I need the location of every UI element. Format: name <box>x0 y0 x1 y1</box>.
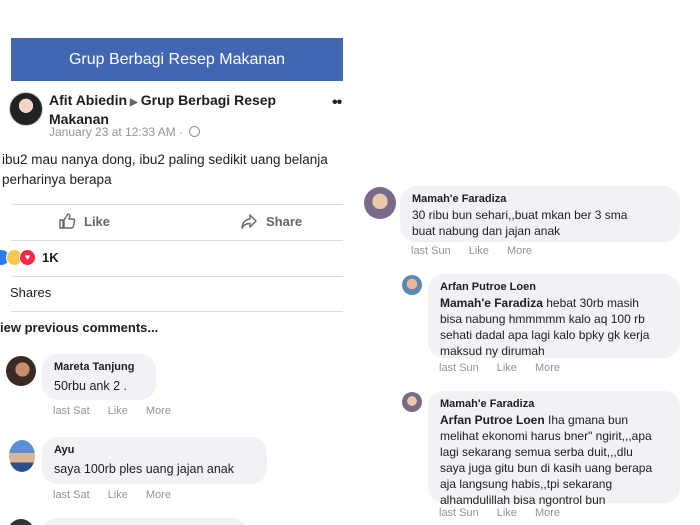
comment-text-line: bisa nabung hmmmmm kalo aq 100 rb <box>440 312 645 326</box>
commenter-avatar[interactable] <box>8 519 34 525</box>
love-reaction-icon: ♥ <box>19 249 36 266</box>
comment-bubble: Arfan Putroe Loen Mamah'e Faradiza hebat… <box>428 274 680 358</box>
comment-bubble: Mamah'e Faradiza Arfan Putroe Loen Iha g… <box>428 391 680 507</box>
post-timestamp[interactable]: January 23 at 12:33 AM <box>49 125 176 139</box>
comment-meta: last Sat Like More <box>53 489 171 501</box>
divider <box>11 204 343 205</box>
comment-time[interactable]: last Sun <box>439 362 479 374</box>
thumbs-up-icon <box>59 213 76 229</box>
divider <box>11 276 343 277</box>
commenter-name[interactable]: Ayu <box>54 443 255 458</box>
post-author-name[interactable]: Afit Abiedin <box>49 92 127 108</box>
left-screenshot-panel: Grup Berbagi Resep Makanan Afit Abiedin ▶… <box>0 0 350 525</box>
comment-more-link[interactable]: More <box>535 362 560 374</box>
commenter-name[interactable]: Mamah'e Faradiza <box>412 192 668 207</box>
comment-meta: last Sun Like More <box>411 245 532 257</box>
comment-text-line: sehati dadal apa lagi kalo bpky gk kerja <box>440 328 650 342</box>
comment-text-line: aja langsung habis,,tpi sekarang <box>440 477 613 491</box>
comment-text-line: lagi sekarang semua serba duit,,,dlu <box>440 445 633 459</box>
commenter-avatar[interactable] <box>402 392 422 412</box>
comment-text-line: melihat ekonomi harus bner" ngirit,,,apa <box>440 429 652 443</box>
comment-like-link[interactable]: Like <box>108 489 128 501</box>
group-header-bar[interactable]: Grup Berbagi Resep Makanan <box>11 38 343 81</box>
comment-like-link[interactable]: Like <box>497 507 517 519</box>
comment-like-link[interactable]: Like <box>497 362 517 374</box>
comment-meta: last Sun Like More <box>439 362 560 374</box>
comment-time[interactable]: last Sun <box>411 245 451 257</box>
comment-like-link[interactable]: Like <box>108 405 128 417</box>
comment-more-link[interactable]: More <box>146 489 171 501</box>
comment-like-link[interactable]: Like <box>469 245 489 257</box>
comment-text-line: buat nabung dan jajan anak <box>412 224 561 238</box>
share-label: Share <box>266 213 303 229</box>
comment-bubble: Mamah'e Faradiza 30 ribu bun sehari,,bua… <box>400 186 680 242</box>
divider <box>11 240 343 241</box>
share-button[interactable]: Share <box>240 212 302 230</box>
comment-bubble <box>42 518 247 525</box>
commenter-name[interactable]: Mamah'e Faradiza <box>440 397 668 412</box>
globe-icon <box>189 126 201 137</box>
share-arrow-icon <box>241 214 257 229</box>
comment-text-line: 30 ribu bun sehari,,buat mkan ber 3 sma <box>412 208 628 222</box>
mention-link[interactable]: Mamah'e Faradiza <box>440 296 543 310</box>
comment-meta: last Sun Like More <box>439 507 560 519</box>
post-meta: January 23 at 12:33 AM · <box>49 125 201 139</box>
comment-text-line: hebat 30rb masih <box>542 296 639 310</box>
post-group-name[interactable]: Grup Berbagi Resep <box>141 92 276 108</box>
commenter-avatar[interactable] <box>9 440 35 472</box>
mention-link[interactable]: Arfan Putroe Loen <box>440 413 545 427</box>
post-options-icon[interactable]: •• <box>332 94 342 112</box>
comment-bubble: Mareta Tanjung 50rbu ank 2 . <box>42 354 156 400</box>
post-text-line: perharinya berapa <box>2 172 112 187</box>
comment-text: saya 100rb ples uang jajan anak <box>54 462 234 476</box>
reaction-summary[interactable]: ♥ 1K <box>0 249 59 266</box>
post-header: Afit Abiedin ▶ Grup Berbagi Resep Makanan <box>49 92 329 128</box>
comment-text: 50rbu ank 2 . <box>54 379 127 393</box>
commenter-avatar[interactable] <box>6 356 36 386</box>
commenter-name[interactable]: Mareta Tanjung <box>54 360 144 375</box>
view-previous-comments-link[interactable]: iew previous comments... <box>0 320 158 335</box>
caret-right-icon: ▶ <box>130 97 138 108</box>
comment-time[interactable]: last Sun <box>439 507 479 519</box>
post-author-avatar[interactable] <box>9 92 43 126</box>
post-body: ibu2 mau nanya dong, ibu2 paling sedikit… <box>2 150 347 190</box>
comment-more-link[interactable]: More <box>507 245 532 257</box>
comment-more-link[interactable]: More <box>146 405 171 417</box>
shares-link[interactable]: Shares <box>10 285 51 300</box>
commenter-name[interactable]: Arfan Putroe Loen <box>440 280 668 295</box>
group-title: Grup Berbagi Resep Makanan <box>68 50 286 68</box>
comment-meta: last Sat Like More <box>53 405 171 417</box>
comment-text-line: alhamdulillah bisa ngontrol bun <box>440 493 606 507</box>
comment-more-link[interactable]: More <box>535 507 560 519</box>
like-button[interactable]: Like <box>58 212 110 230</box>
like-label: Like <box>84 213 111 229</box>
post-text-line: ibu2 mau nanya dong, ibu2 paling sedikit… <box>2 152 328 167</box>
comment-text-line: maksud ny dirumah <box>440 344 545 358</box>
commenter-avatar[interactable] <box>402 275 422 295</box>
comment-time[interactable]: last Sat <box>53 405 90 417</box>
comment-text-line: saya juga gitu bun di kasih uang berapa <box>440 461 653 475</box>
comment-time[interactable]: last Sat <box>53 489 90 501</box>
reaction-count: 1K <box>42 250 59 265</box>
meta-separator: · <box>179 125 184 139</box>
comment-text-line: Iha gmana bun <box>544 413 629 427</box>
comment-bubble: Ayu saya 100rb ples uang jajan anak <box>42 437 267 484</box>
divider <box>11 311 343 312</box>
commenter-avatar[interactable] <box>364 187 396 219</box>
